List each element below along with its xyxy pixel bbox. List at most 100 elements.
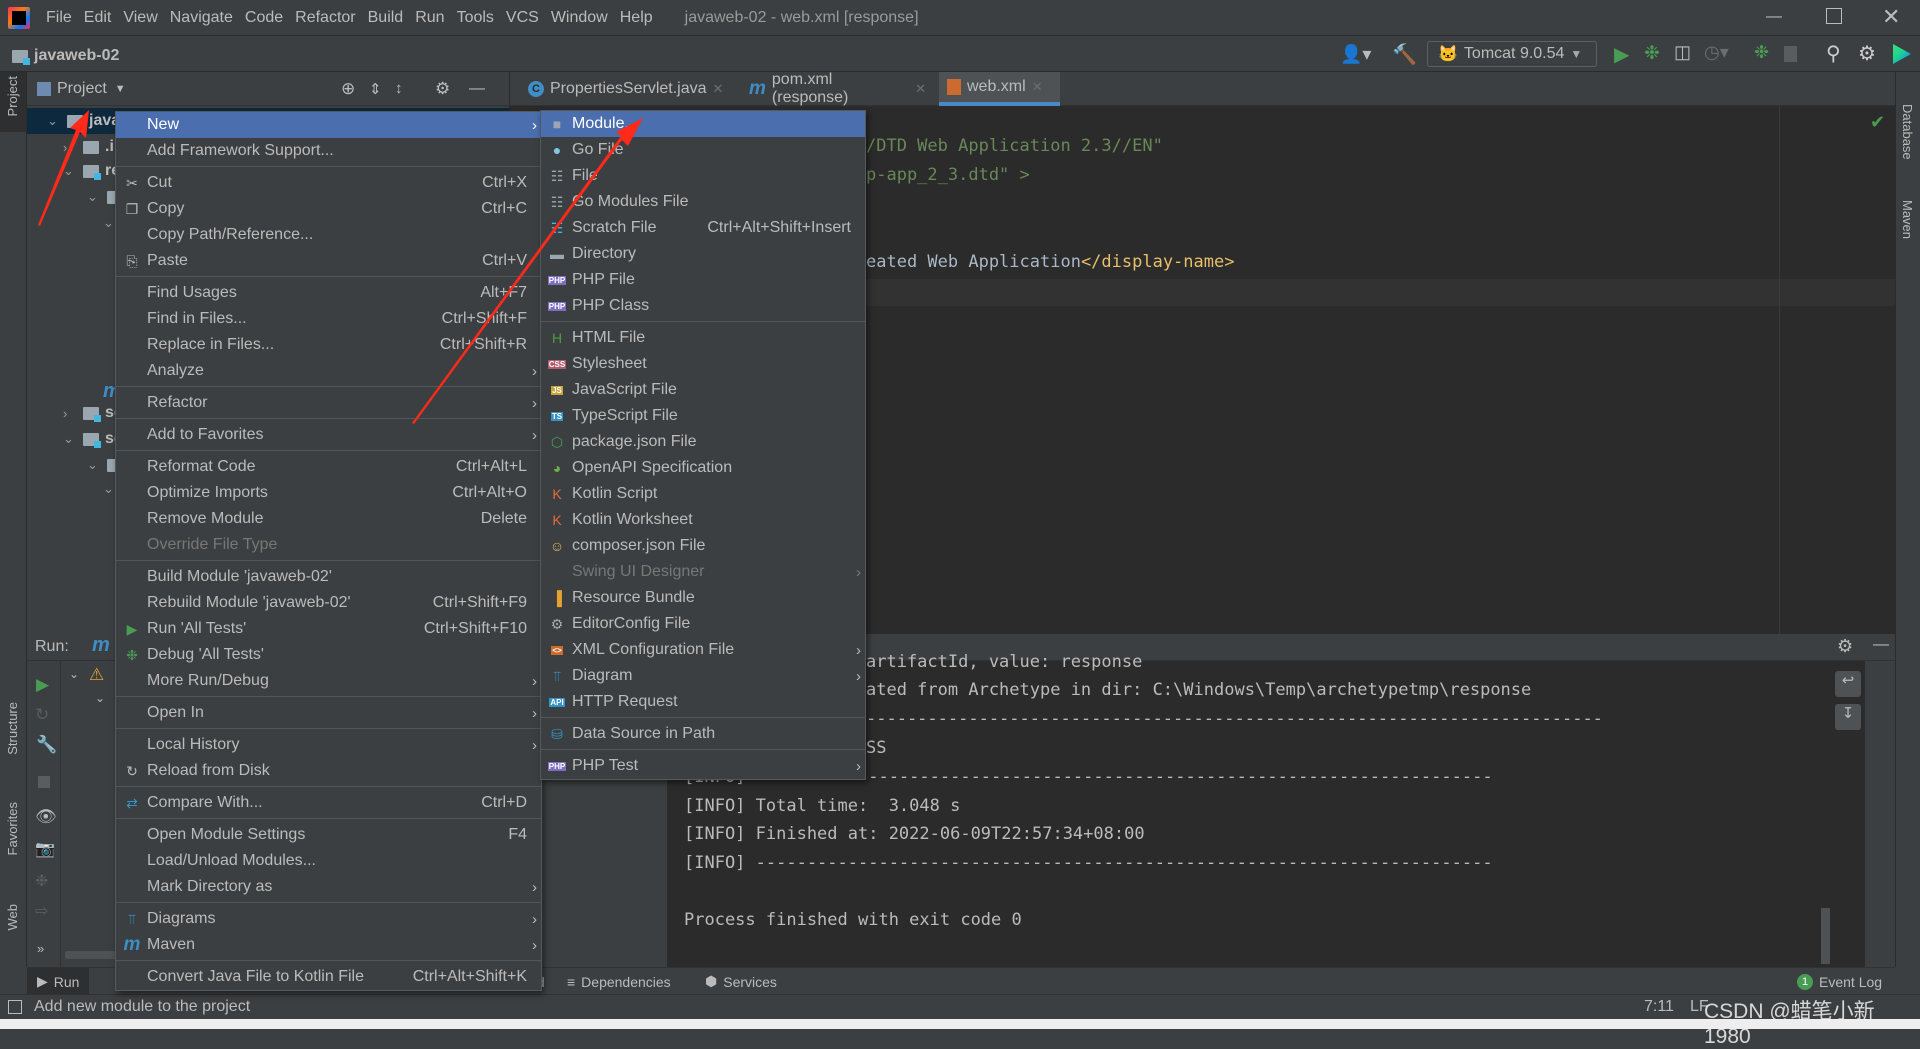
menu-item-maven[interactable]: m Maven › bbox=[116, 932, 541, 958]
menu-item-open-in[interactable]: Open In › bbox=[116, 700, 541, 726]
restore-button[interactable] bbox=[1826, 8, 1842, 24]
maven-stripe-button[interactable]: Maven bbox=[1900, 200, 1915, 239]
console-scrollbar[interactable] bbox=[1821, 908, 1830, 964]
menu-window[interactable]: Window bbox=[545, 9, 614, 27]
tree-item[interactable]: ⌄ re bbox=[63, 158, 120, 184]
menu-item-more-run-debug[interactable]: More Run/Debug › bbox=[116, 668, 541, 694]
menu-item-go-file[interactable]: ● Go File bbox=[541, 137, 865, 163]
tab-web-xml[interactable]: web.xml ✕ bbox=[939, 72, 1060, 106]
hide-icon[interactable]: — bbox=[469, 80, 485, 98]
stop-icon[interactable] bbox=[38, 776, 50, 788]
menu-item-xml-configuration-file[interactable]: <> XML Configuration File › bbox=[541, 637, 865, 663]
menu-item-run-all-tests[interactable]: ▶ Run 'All Tests' Ctrl+Shift+F10 bbox=[116, 616, 541, 642]
menu-item-php-test[interactable]: PHP PHP Test › bbox=[541, 753, 865, 779]
menu-item-find-in-files[interactable]: Find in Files... Ctrl+Shift+F bbox=[116, 306, 541, 332]
menu-item-package-json-file[interactable]: ⬡ package.json File bbox=[541, 429, 865, 455]
menu-item-copy-path-reference[interactable]: Copy Path/Reference... bbox=[116, 222, 541, 248]
hammer-icon[interactable]: 🔨 bbox=[1392, 42, 1417, 67]
menu-item-typescript-file[interactable]: TS TypeScript File bbox=[541, 403, 865, 429]
tool-button-run[interactable]: ▶ Run bbox=[27, 968, 90, 995]
scroll-to-end-button[interactable]: ↧ bbox=[1835, 704, 1861, 730]
settings-debug-icon[interactable]: ❉ bbox=[35, 871, 48, 891]
tree-item[interactable]: › se bbox=[63, 400, 123, 426]
search-icon[interactable]: ⚲ bbox=[1826, 41, 1841, 66]
menu-item-editorconfig-file[interactable]: ⚙ EditorConfig File bbox=[541, 611, 865, 637]
menu-item-php-class[interactable]: PHP PHP Class bbox=[541, 293, 865, 319]
menu-refactor[interactable]: Refactor bbox=[289, 9, 361, 27]
stop-icon[interactable] bbox=[1784, 46, 1797, 62]
more-icon[interactable]: » bbox=[37, 941, 44, 956]
maven-run-tab[interactable]: m bbox=[92, 634, 110, 657]
run-icon[interactable]: ▶ bbox=[1614, 42, 1629, 67]
profile-icon[interactable]: ◷▾ bbox=[1704, 42, 1729, 63]
menu-item-kotlin-worksheet[interactable]: K Kotlin Worksheet bbox=[541, 507, 865, 533]
tool-button-dependencies[interactable]: ≡ Dependencies bbox=[557, 968, 681, 995]
structure-stripe-button[interactable]: Structure bbox=[5, 702, 20, 755]
project-view-dropdown[interactable]: Project bbox=[57, 80, 107, 98]
menu-item-diagram[interactable]: ⫪ Diagram › bbox=[541, 663, 865, 689]
menu-code[interactable]: Code bbox=[239, 9, 289, 27]
database-stripe-button[interactable]: Database bbox=[1900, 104, 1915, 160]
menu-item-composer-json-file[interactable]: ☺ composer.json File bbox=[541, 533, 865, 559]
close-button[interactable]: ✕ bbox=[1882, 4, 1900, 30]
menu-file[interactable]: File bbox=[40, 9, 78, 27]
menu-item-build-module-javaweb-02[interactable]: Build Module 'javaweb-02' bbox=[116, 564, 541, 590]
chevron-right-icon[interactable]: › bbox=[63, 140, 77, 155]
menu-tools[interactable]: Tools bbox=[451, 9, 500, 27]
wrench-icon[interactable]: 🔧 bbox=[36, 735, 57, 755]
tree-item[interactable]: ⌄ se bbox=[63, 426, 123, 452]
camera-icon[interactable]: 📷 bbox=[35, 839, 55, 859]
chevron-down-icon[interactable]: ⌄ bbox=[63, 163, 77, 179]
menu-item-paste[interactable]: ⎘ Paste Ctrl+V bbox=[116, 248, 541, 274]
menu-item-directory[interactable]: ▬ Directory bbox=[541, 241, 865, 267]
menu-item-add-framework-support[interactable]: Add Framework Support... bbox=[116, 138, 541, 164]
menu-item-local-history[interactable]: Local History › bbox=[116, 732, 541, 758]
menu-vcs[interactable]: VCS bbox=[500, 9, 545, 27]
run-config-dropdown[interactable]: 🐱 Tomcat 9.0.54 ▼ bbox=[1427, 41, 1597, 67]
toggle-tool-windows-icon[interactable] bbox=[8, 1000, 22, 1014]
tree-item[interactable]: › .i bbox=[63, 134, 114, 160]
eye-icon[interactable]: 👁 bbox=[35, 807, 57, 827]
debug-icon[interactable]: ❉ bbox=[1644, 42, 1660, 65]
menu-item-reformat-code[interactable]: Reformat Code Ctrl+Alt+L bbox=[116, 454, 541, 480]
menu-item-replace-in-files[interactable]: Replace in Files... Ctrl+Shift+R bbox=[116, 332, 541, 358]
web-stripe-button[interactable]: Web bbox=[5, 904, 20, 931]
tab-pom-xml[interactable]: m pom.xml (response) ✕ bbox=[741, 71, 934, 106]
menu-item-find-usages[interactable]: Find Usages Alt+F7 bbox=[116, 280, 541, 306]
menu-item-convert-java-file-to-kotlin-file[interactable]: Convert Java File to Kotlin File Ctrl+Alt… bbox=[116, 964, 541, 990]
menu-item-http-request[interactable]: API HTTP Request bbox=[541, 689, 865, 715]
gear-icon[interactable]: ⚙ bbox=[1858, 41, 1876, 66]
hide-icon[interactable]: — bbox=[1873, 636, 1889, 654]
soft-wrap-button[interactable]: ↩ bbox=[1835, 671, 1861, 697]
chevron-right-icon[interactable]: › bbox=[63, 406, 77, 421]
chevron-down-icon[interactable]: ⌄ bbox=[69, 667, 79, 681]
tool-button-services[interactable]: ⬢ Services bbox=[695, 968, 787, 995]
menu-item-openapi-specification[interactable]: ◕ OpenAPI Specification bbox=[541, 455, 865, 481]
menu-item-data-source-in-path[interactable]: ⛁ Data Source in Path bbox=[541, 721, 865, 747]
caret-position[interactable]: 7:11 bbox=[1644, 998, 1674, 1016]
collapse-all-icon[interactable]: ↕ bbox=[395, 80, 403, 97]
import-icon[interactable]: ⇨ bbox=[35, 901, 48, 921]
close-tab-icon[interactable]: ✕ bbox=[1032, 79, 1043, 95]
menu-item-mark-directory-as[interactable]: Mark Directory as › bbox=[116, 874, 541, 900]
menu-item-go-modules-file[interactable]: ☷ Go Modules File bbox=[541, 189, 865, 215]
menu-item-debug-all-tests[interactable]: ❉ Debug 'All Tests' bbox=[116, 642, 541, 668]
chevron-down-icon[interactable]: ⌄ bbox=[47, 113, 61, 129]
menu-item-rebuild-module-javaweb-02[interactable]: Rebuild Module 'javaweb-02' Ctrl+Shift+F9 bbox=[116, 590, 541, 616]
menu-item-diagrams[interactable]: ⫪ Diagrams › bbox=[116, 906, 541, 932]
attach-debugger-icon[interactable]: ❉ bbox=[1754, 42, 1769, 63]
menu-item-refactor[interactable]: Refactor › bbox=[116, 390, 541, 416]
menu-build[interactable]: Build bbox=[362, 9, 410, 27]
menu-item-kotlin-script[interactable]: K Kotlin Script bbox=[541, 481, 865, 507]
menu-item-scratch-file[interactable]: ☷ Scratch File Ctrl+Alt+Shift+Insert bbox=[541, 215, 865, 241]
menu-item-optimize-imports[interactable]: Optimize Imports Ctrl+Alt+O bbox=[116, 480, 541, 506]
user-icon[interactable]: 👤▾ bbox=[1340, 44, 1371, 65]
chevron-down-icon[interactable]: ⌄ bbox=[63, 431, 77, 447]
expand-all-icon[interactable]: ⇕ bbox=[369, 80, 382, 98]
tab-propertiesservlet-java[interactable]: C PropertiesServlet.java ✕ bbox=[520, 72, 735, 106]
locate-icon[interactable]: ⊕ bbox=[341, 79, 355, 99]
menu-item-add-to-favorites[interactable]: Add to Favorites › bbox=[116, 422, 541, 448]
menu-item-compare-with[interactable]: ⇄ Compare With... Ctrl+D bbox=[116, 790, 541, 816]
close-tab-icon[interactable]: ✕ bbox=[713, 81, 724, 97]
gear-icon[interactable]: ⚙ bbox=[1837, 636, 1853, 657]
